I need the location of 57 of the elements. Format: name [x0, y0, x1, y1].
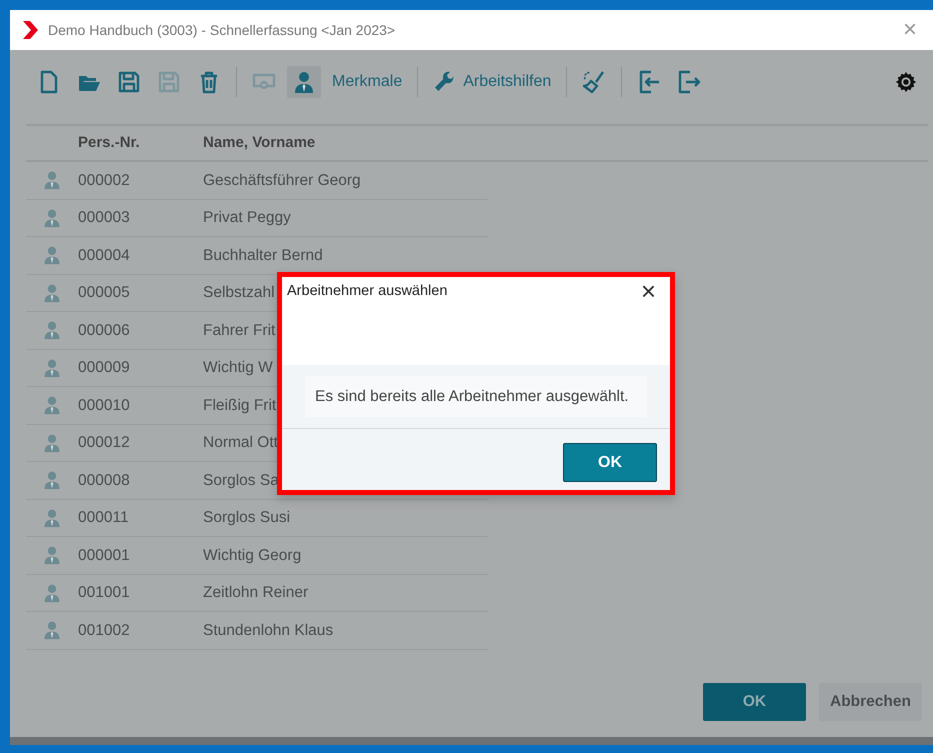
person-icon [42, 320, 62, 340]
table-cell-text: Normal Ott [203, 433, 278, 454]
person-icon [42, 508, 62, 528]
table-cell-text: 000002 [78, 170, 131, 191]
table-cell-text: Stundenlohn Klaus [203, 620, 334, 641]
close-button[interactable]: × [632, 281, 664, 302]
table-cell-text: Wichtig W [203, 358, 273, 378]
sign-out-icon [677, 70, 702, 94]
table-cell-text: 000010 [78, 396, 131, 416]
ok-button[interactable]: OK [703, 683, 806, 721]
table-cell-text: Geschäftsführer Georg [203, 170, 361, 191]
table-cell-text: Privat Peggy [203, 208, 291, 228]
person-icon [42, 358, 62, 378]
person-icon [42, 620, 62, 640]
window-title: Demo Handbuch (3003) - Schnellerfassung <Jan 2023> [48, 20, 396, 40]
table-cell-text: 000004 [78, 246, 131, 266]
table-cell-text: Buchhalter Bernd [203, 246, 323, 266]
toolbar-button[interactable]: Merkmale [327, 66, 408, 98]
person-icon [292, 70, 316, 94]
person-icon [42, 432, 62, 453]
table-cell-text: Fahrer Frit [203, 320, 276, 341]
person-icon [42, 470, 62, 490]
column-header[interactable]: Pers.-Nr. [78, 132, 203, 154]
person-icon [42, 245, 62, 266]
dialog-title: Arbeitnehmer auswählen [287, 282, 448, 301]
table-cell-text: 001002 [78, 620, 131, 641]
table-cell-text: 001001 [78, 583, 131, 604]
table-cell-text: Zeitlohn Reiner [203, 583, 308, 604]
ok-button[interactable]: OK [563, 443, 657, 482]
toolbar-icon-button[interactable] [287, 66, 321, 98]
table-cell-text: 000012 [78, 433, 131, 454]
cancel-button[interactable]: Abbrechen [819, 683, 922, 721]
app-logo-icon [20, 20, 40, 40]
broom-icon [582, 70, 606, 94]
person-icon [42, 208, 62, 228]
table-cell-text: 000006 [78, 320, 131, 341]
table-cell-text: Wichtig Georg [203, 546, 302, 566]
table-cell-text: 000009 [78, 358, 131, 378]
table-cell-text: 000003 [78, 208, 131, 228]
column-header[interactable]: Name, Vorname [203, 132, 316, 154]
dialog-message: Es sind bereits alle Arbeitnehmer ausgewählt. [305, 376, 647, 418]
table-cell-text: 000011 [78, 508, 130, 528]
sign-in-icon [637, 70, 662, 94]
person-icon [42, 582, 62, 603]
person-icon [42, 170, 62, 190]
table-cell-text: Sorglos Susi [203, 508, 290, 528]
person-icon [42, 282, 62, 303]
table-cell-text: Selbstzahl [203, 283, 275, 304]
person-icon [42, 545, 62, 566]
person-icon [42, 395, 62, 416]
table-cell-text: 000001 [78, 546, 131, 566]
table-cell-text: 000005 [78, 283, 131, 304]
table-cell-text: 000008 [78, 470, 131, 491]
table-cell-text: Fleißig Frit [203, 396, 276, 416]
close-button[interactable]: × [896, 17, 923, 43]
toolbar-button[interactable]: Arbeitshilfen [428, 66, 556, 98]
settings-icon[interactable] [895, 70, 917, 93]
